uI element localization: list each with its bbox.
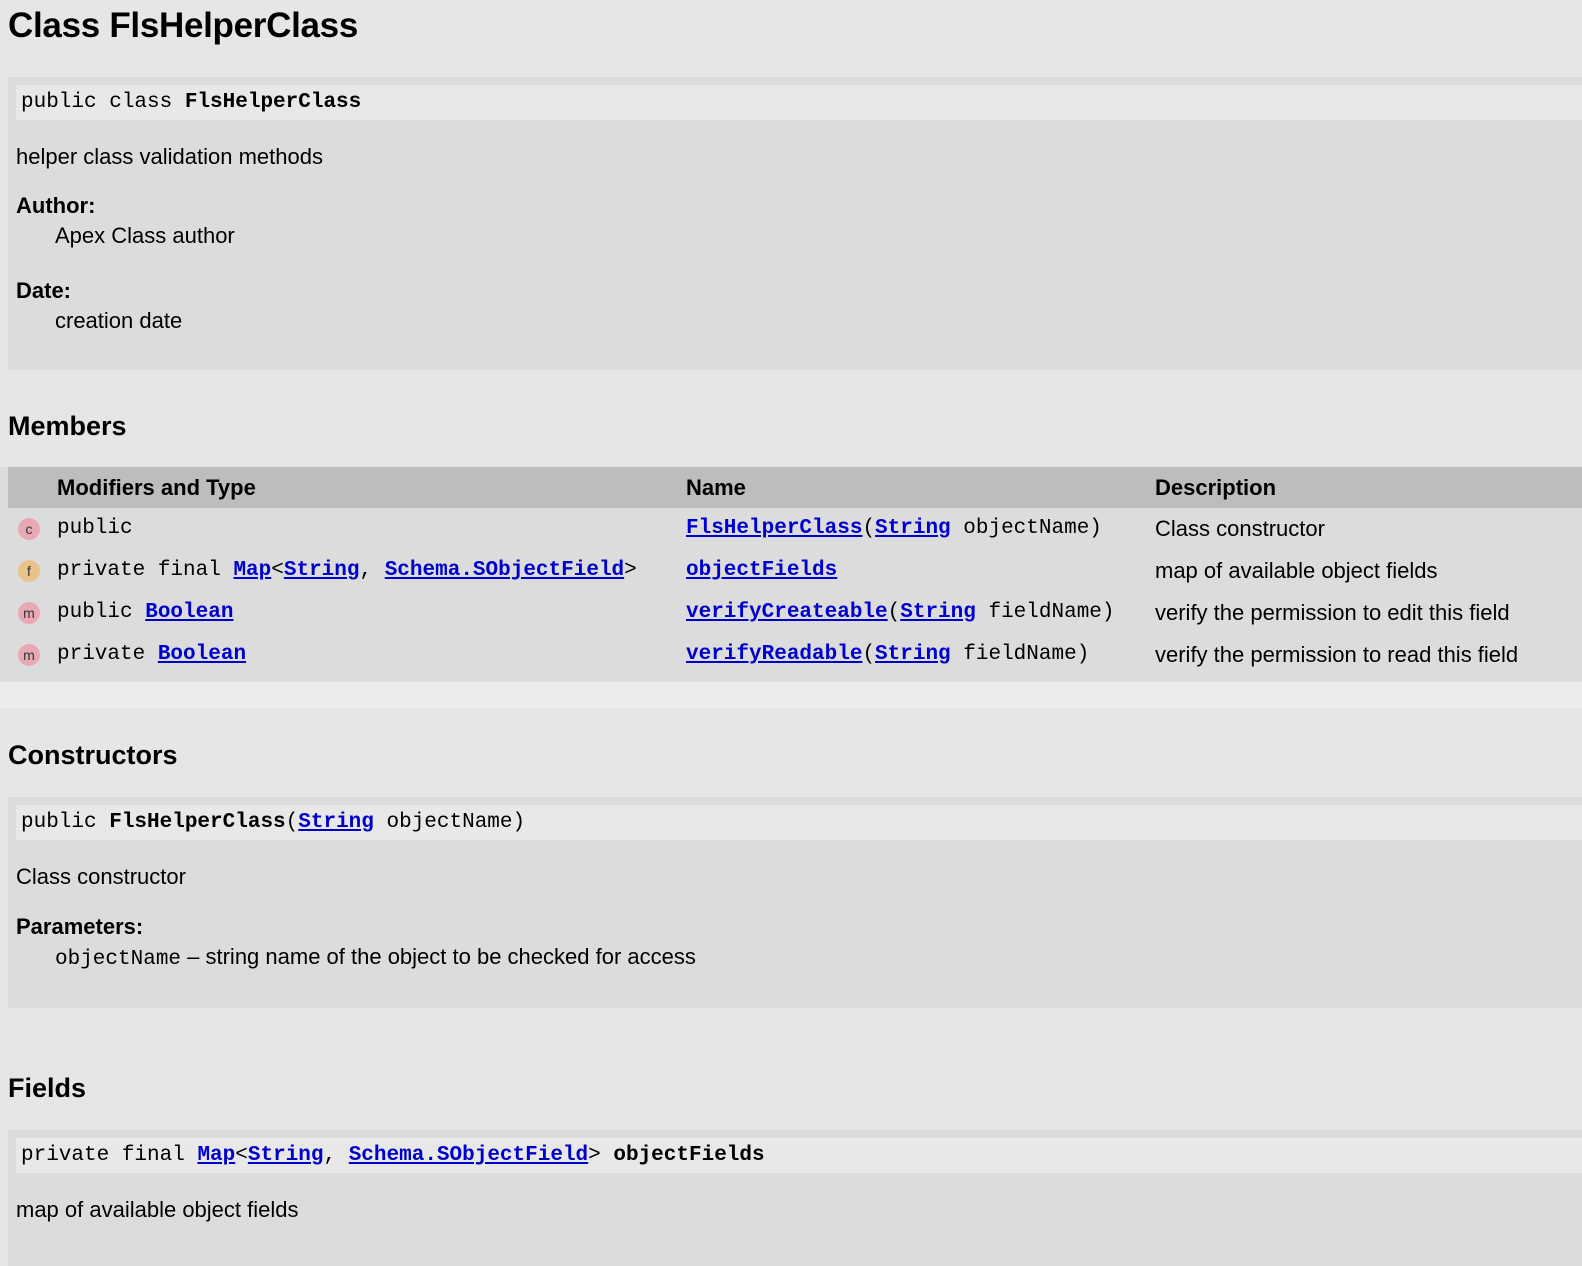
param-type-link[interactable]: String — [875, 643, 951, 666]
paren-open: ( — [862, 517, 876, 540]
generic-comma: , — [323, 1144, 349, 1167]
type-link-string[interactable]: String — [248, 1144, 324, 1167]
table-row: m public Boolean verifyCreateable(String… — [8, 592, 1582, 634]
parameter-entry: objectName – string name of the object t… — [55, 944, 696, 971]
parameter-name: objectName — [55, 948, 182, 971]
date-value: creation date — [55, 308, 183, 333]
member-description: Class constructor — [1155, 516, 1325, 541]
member-name-link[interactable]: objectFields — [686, 559, 837, 582]
paren-open: ( — [285, 811, 299, 834]
type-link-map[interactable]: Map — [197, 1144, 235, 1167]
table-row: f private final Map<String, Schema.SObje… — [8, 550, 1582, 592]
constructor-signature: public FlsHelperClass(String objectName) — [16, 805, 1582, 840]
field-badge-icon: f — [18, 560, 40, 582]
paren-open: ( — [862, 643, 876, 666]
modifier-text: public — [57, 517, 133, 540]
field-sig-name: objectFields — [613, 1144, 765, 1167]
member-name: objectFields — [686, 550, 837, 592]
author-value: Apex Class author — [55, 223, 235, 248]
parameters-label: Parameters: — [16, 914, 144, 939]
member-name-link[interactable]: FlsHelperClass — [686, 517, 862, 540]
members-heading: Members — [8, 411, 127, 441]
member-description: map of available object fields — [1155, 558, 1438, 583]
column-description: Description — [1155, 475, 1277, 500]
type-link-string[interactable]: String — [284, 559, 360, 582]
author-label: Author: — [16, 193, 96, 218]
generic-comma: , — [359, 559, 385, 582]
class-signature: public class FlsHelperClass — [16, 85, 1582, 120]
field-signature: private final Map<String, Schema.SObject… — [16, 1138, 1582, 1173]
field-sig-prefix: private final — [21, 1144, 198, 1167]
param-type-link[interactable]: String — [875, 517, 951, 540]
column-name: Name — [686, 475, 746, 500]
field-description: map of available object fields — [16, 1197, 299, 1222]
member-name-link[interactable]: verifyCreateable — [686, 601, 888, 624]
field-panel: private final Map<String, Schema.SObject… — [8, 1130, 1582, 1266]
member-name: verifyReadable(String fieldName) — [686, 634, 1089, 676]
member-modifiers: public Boolean — [57, 592, 233, 634]
class-description: helper class validation methods — [16, 144, 323, 169]
members-table-header: Modifiers and Type Name Description — [8, 467, 1582, 508]
modifier-prefix: private final — [57, 559, 234, 582]
constructor-panel: public FlsHelperClass(String objectName)… — [8, 797, 1582, 1008]
type-link-boolean[interactable]: Boolean — [158, 643, 246, 666]
modifier-prefix: public — [57, 601, 146, 624]
type-link-sobjectfield[interactable]: Schema.SObjectField — [349, 1144, 588, 1167]
constructors-heading: Constructors — [8, 740, 178, 770]
member-modifiers: private Boolean — [57, 634, 246, 676]
type-link-boolean[interactable]: Boolean — [145, 601, 233, 624]
constructor-sig-prefix: public — [21, 811, 110, 834]
table-row: c public FlsHelperClass(String objectNam… — [8, 508, 1582, 550]
paren-open: ( — [887, 601, 901, 624]
table-row: m private Boolean verifyReadable(String … — [8, 634, 1582, 676]
param-name: objectName) — [373, 811, 526, 834]
generic-open: < — [271, 559, 284, 582]
member-description: verify the permission to edit this field — [1155, 600, 1510, 625]
param-type-link[interactable]: String — [900, 601, 976, 624]
column-modifiers: Modifiers and Type — [57, 475, 256, 500]
parameter-description: – string name of the object to be checke… — [181, 944, 696, 969]
member-modifiers: public — [57, 508, 133, 550]
type-link-sobjectfield[interactable]: Schema.SObjectField — [385, 559, 624, 582]
class-summary-panel: public class FlsHelperClass helper class… — [8, 77, 1582, 370]
generic-close: > — [588, 1144, 614, 1167]
date-label: Date: — [16, 278, 72, 303]
generic-close: > — [624, 559, 637, 582]
class-signature-name: FlsHelperClass — [184, 91, 362, 114]
member-description: verify the permission to read this field — [1155, 642, 1519, 667]
constructor-badge-icon: c — [18, 518, 40, 540]
constructor-description: Class constructor — [16, 864, 186, 889]
param-name: objectName) — [950, 517, 1102, 540]
param-name: fieldName) — [950, 643, 1090, 666]
member-modifiers: private final Map<String, Schema.SObject… — [57, 550, 637, 592]
fields-heading: Fields — [8, 1073, 87, 1103]
modifier-prefix: private — [57, 643, 158, 666]
member-name: verifyCreateable(String fieldName) — [686, 592, 1115, 634]
method-badge-icon: m — [18, 644, 40, 666]
param-type-link[interactable]: String — [298, 811, 374, 834]
generic-open: < — [235, 1144, 248, 1167]
method-badge-icon: m — [18, 602, 40, 624]
constructor-sig-name: FlsHelperClass — [109, 811, 286, 834]
param-name: fieldName) — [975, 601, 1115, 624]
class-signature-prefix: public class — [21, 91, 185, 114]
page-title: Class FlsHelperClass — [8, 6, 359, 45]
type-link-map[interactable]: Map — [233, 559, 271, 582]
member-name-link[interactable]: verifyReadable — [686, 643, 862, 666]
section-divider — [0, 682, 1582, 708]
member-name: FlsHelperClass(String objectName) — [686, 508, 1102, 550]
